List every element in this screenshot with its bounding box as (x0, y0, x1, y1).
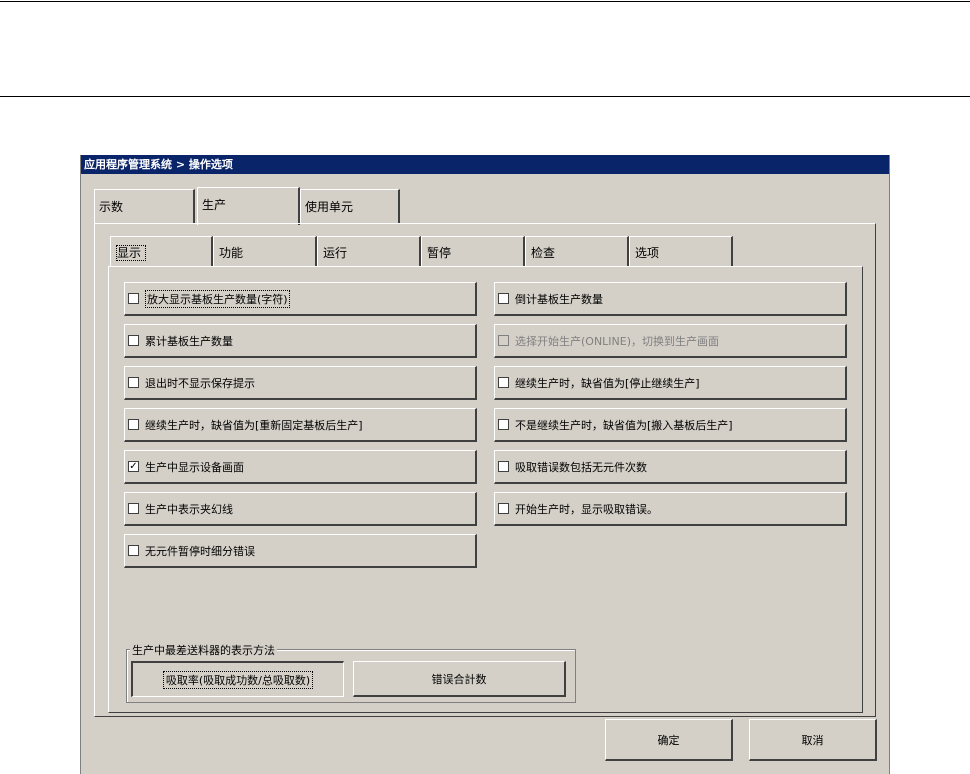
checkbox[interactable] (128, 293, 139, 304)
top-rule (0, 1, 970, 2)
tab-production[interactable]: 生产 (197, 187, 300, 225)
options-window: 应用程序管理系统 > 操作选项 示数 生产 使用单元 显示 功能 运行 暂停 检… (80, 155, 890, 774)
ok-button[interactable]: 确定 (605, 719, 733, 761)
tab-display[interactable]: 显示 (110, 236, 213, 267)
option-show-pick-error[interactable]: 开始生产时，显示吸取错误。 (494, 492, 847, 526)
option-switch-production-screen: 选择开始生产(ONLINE)，切换到生产画面 (494, 324, 847, 358)
option-enlarge-count[interactable]: 放大显示基板生产数量(字符) (124, 282, 477, 316)
error-total-button[interactable]: 错误合計数 (353, 661, 566, 697)
tab-display-count[interactable]: 示数 (94, 189, 195, 224)
checkbox-disabled (498, 335, 509, 346)
checkbox[interactable] (498, 503, 509, 514)
option-continue-stop[interactable]: 继续生产时，缺省值为[停止继续生产] (494, 366, 847, 400)
header-rule (0, 96, 970, 97)
option-pick-error-count[interactable]: 吸取错误数包括无元件次数 (494, 450, 847, 484)
tab-pause[interactable]: 暂停 (421, 236, 525, 266)
tab-run[interactable]: 运行 (317, 236, 421, 266)
checkbox[interactable] (128, 545, 139, 556)
tab-options[interactable]: 选项 (629, 236, 733, 266)
checkbox-checked[interactable]: ✓ (128, 461, 139, 472)
window-title: 应用程序管理系统 > 操作选项 (81, 155, 889, 174)
checkbox[interactable] (128, 419, 139, 430)
option-subdivide-error[interactable]: 无元件暂停时细分错误 (124, 534, 477, 568)
option-show-device-screen[interactable]: ✓ 生产中显示设备画面 (124, 450, 477, 484)
checkbox[interactable] (128, 503, 139, 514)
option-show-line[interactable]: 生产中表示夹幻线 (124, 492, 477, 526)
checkbox[interactable] (128, 377, 139, 388)
option-no-save-prompt[interactable]: 退出时不显示保存提示 (124, 366, 477, 400)
worst-feeder-group-label: 生产中最差送料器的表示方法 (130, 642, 277, 658)
option-load-board[interactable]: 不是继续生产时，缺省值为[搬入基板后生产] (494, 408, 847, 442)
checkbox[interactable] (498, 377, 509, 388)
tab-function[interactable]: 功能 (213, 236, 317, 266)
pick-rate-button[interactable]: 吸取率(吸取成功数/总吸取数) (131, 661, 344, 697)
option-continue-refix[interactable]: 继续生产时，缺省值为[重新固定基板后生产] (124, 408, 477, 442)
checkbox[interactable] (498, 461, 509, 472)
cancel-button[interactable]: 取消 (749, 719, 877, 761)
checkbox[interactable] (498, 419, 509, 430)
checkbox[interactable] (128, 335, 139, 346)
tab-use-unit[interactable]: 使用单元 (300, 189, 400, 224)
tab-check[interactable]: 检查 (525, 236, 629, 266)
checkbox[interactable] (498, 293, 509, 304)
option-countdown[interactable]: 倒计基板生产数量 (494, 282, 847, 316)
option-cumulative-count[interactable]: 累计基板生产数量 (124, 324, 477, 358)
